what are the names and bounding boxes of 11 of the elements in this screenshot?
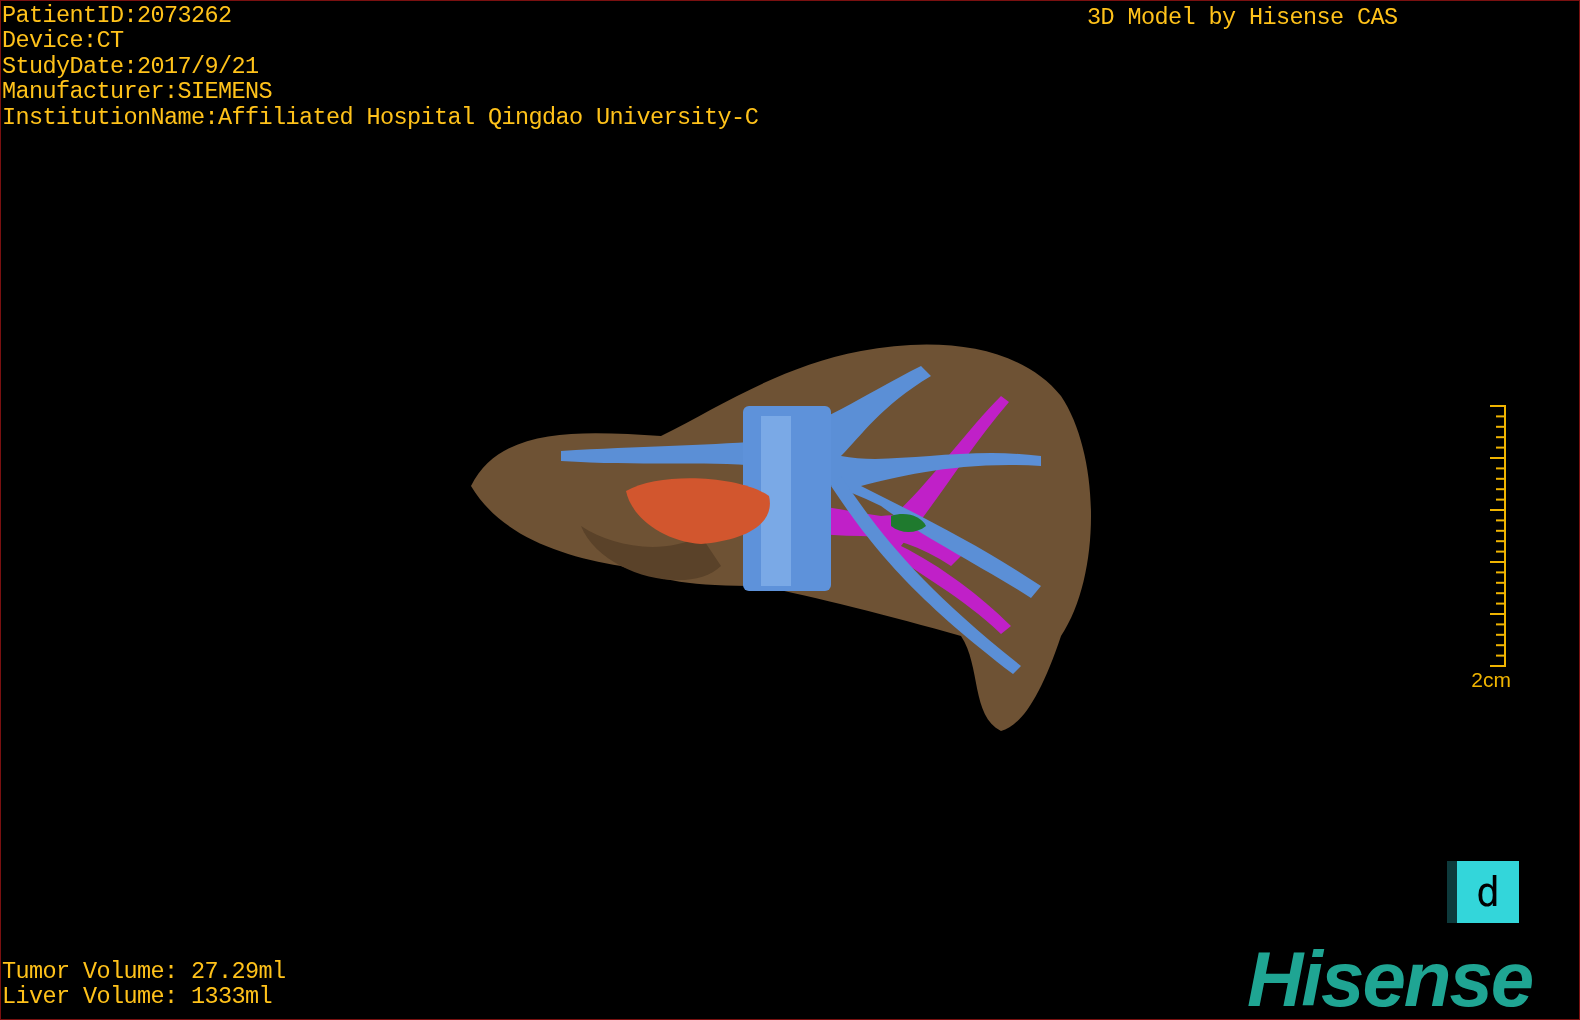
patient-info-text: InstitutionName:Affiliated Hospital Qingdao University-C: [2, 104, 759, 131]
patient-info-text: StudyDate:2017/9/21: [2, 53, 259, 80]
patient-info-text: PatientID:2073262: [2, 3, 232, 29]
viewer-title: 3D Model by Hisense CAS: [1087, 5, 1398, 31]
volume-text: Liver Volume: 1333ml: [2, 984, 273, 1010]
patient-info-text: Device:CT: [2, 28, 124, 54]
patient-info-text: Manufacturer:SIEMENS: [2, 79, 273, 105]
view-tile[interactable]: d: [1447, 861, 1519, 923]
volume-text: Tumor Volume: 27.29ml: [2, 959, 286, 985]
logo: Hisense: [1247, 939, 1533, 1019]
scale-label: 2cm: [1471, 669, 1511, 691]
